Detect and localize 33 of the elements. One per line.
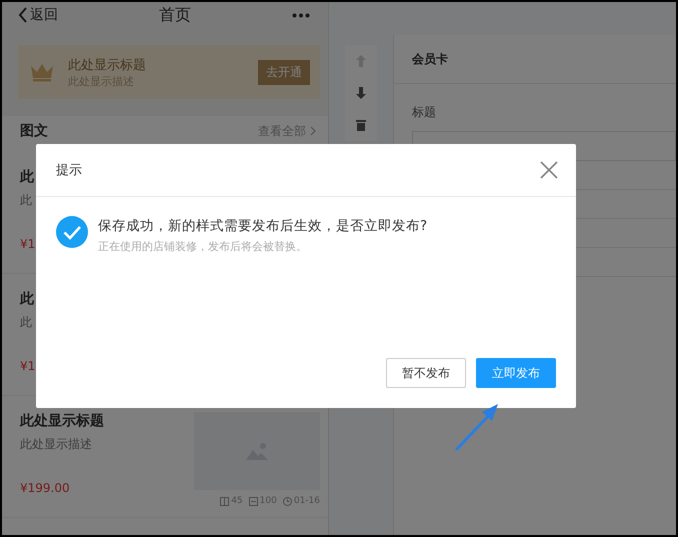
section-title: 图文 [20, 122, 48, 140]
success-check-icon [56, 216, 88, 248]
article-description: 此 [20, 192, 33, 209]
back-link[interactable]: 返回 [30, 6, 58, 24]
publish-button[interactable]: 立即发布 [476, 358, 556, 388]
back-icon[interactable] [18, 7, 28, 23]
book-icon [220, 496, 230, 506]
activate-button[interactable]: 去开通 [258, 60, 310, 84]
comment-icon [248, 496, 258, 506]
article-description: 此处显示描述 [20, 436, 93, 453]
article-price: ¥199.00 [20, 481, 71, 495]
crown-icon [30, 62, 54, 82]
panel-title: 会员卡 [412, 50, 448, 68]
close-icon[interactable] [540, 161, 558, 179]
article-title: 此处显示标题 [20, 412, 104, 430]
clock-icon [282, 496, 292, 506]
article-title: 此 [20, 290, 35, 308]
article-price: ¥1 [20, 237, 36, 251]
field-label: 标题 [412, 104, 437, 121]
trash-icon [356, 119, 366, 131]
arrow-down-icon [356, 87, 366, 99]
cancel-button[interactable]: 暂不发布 [386, 358, 466, 388]
more-icon[interactable] [292, 12, 310, 18]
member-title: 此处显示标题 [68, 56, 147, 74]
article-price: ¥1 [20, 359, 36, 373]
dialog-note: 正在使用的店铺装修，发布后将会被替换。 [98, 239, 308, 254]
dialog-title: 提示 [56, 162, 82, 179]
chevron-icon [310, 126, 316, 136]
arrow-up-icon [356, 55, 366, 67]
article-title: 此 [20, 168, 35, 186]
article-description: 此 [20, 314, 33, 331]
dialog-message: 保存成功，新的样式需要发布后生效，是否立即发布? [98, 217, 428, 235]
page-title: 首页 [159, 4, 191, 26]
